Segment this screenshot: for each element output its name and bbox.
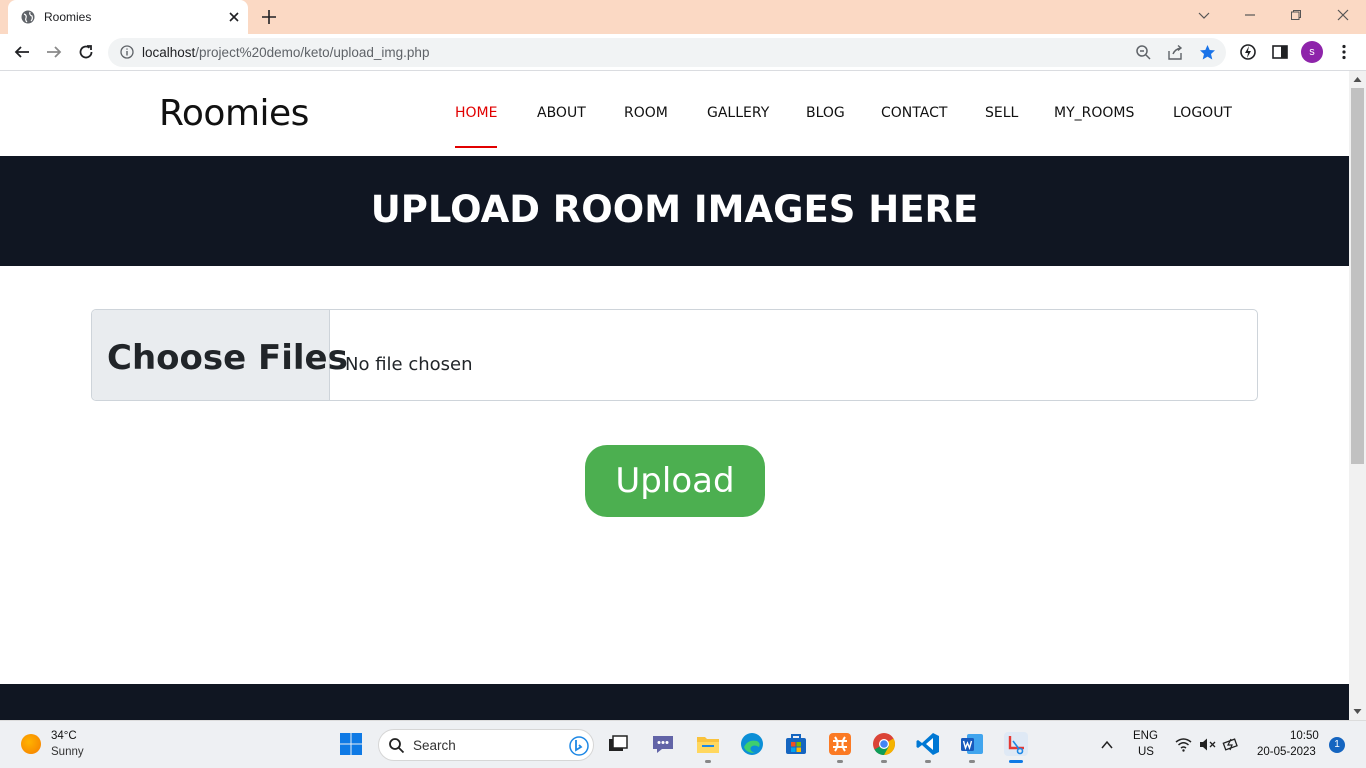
site-footer: [0, 684, 1349, 720]
restore-icon: [1291, 10, 1301, 20]
chevron-up-icon[interactable]: [1100, 738, 1114, 752]
nav-active-underline: [455, 146, 497, 148]
chevron-down-icon: [1198, 12, 1210, 19]
scroll-up-icon[interactable]: [1353, 75, 1362, 84]
nav-contact[interactable]: CONTACT: [881, 105, 947, 121]
browser-tab[interactable]: Roomies: [8, 0, 248, 34]
language-indicator[interactable]: ENG: [1133, 730, 1158, 742]
search-icon: [389, 738, 405, 754]
site-header: Roomies HOME ABOUT ROOM GALLERY BLOG CON…: [0, 71, 1349, 156]
task-view-icon[interactable]: [605, 731, 631, 757]
close-window-button[interactable]: [1320, 0, 1366, 30]
running-indicator: [881, 760, 887, 763]
nav-gallery[interactable]: GALLERY: [707, 105, 769, 121]
new-tab-icon[interactable]: [260, 8, 278, 26]
url-host: localhost: [142, 45, 196, 60]
file-input[interactable]: Choose Files No file chosen: [91, 309, 1258, 401]
upload-button[interactable]: Upload: [585, 445, 765, 517]
close-tab-icon[interactable]: [226, 9, 242, 25]
url-path: /project%20demo/keto/upload_img.php: [195, 45, 430, 60]
notification-badge[interactable]: 1: [1329, 737, 1345, 753]
nav-logout[interactable]: LOGOUT: [1173, 105, 1232, 121]
nav-my-rooms[interactable]: MY_ROOMS: [1054, 105, 1134, 121]
nav-home[interactable]: HOME: [455, 105, 497, 121]
forward-icon[interactable]: [45, 43, 63, 61]
teams-chat-icon[interactable]: [650, 731, 676, 757]
profile-avatar[interactable]: s: [1301, 41, 1323, 63]
scroll-thumb[interactable]: [1351, 88, 1364, 464]
file-status-text: No file chosen: [345, 354, 473, 375]
taskbar-search[interactable]: Search: [378, 729, 594, 761]
clock-date[interactable]: 20-05-2023: [1257, 746, 1316, 758]
back-icon[interactable]: [13, 43, 31, 61]
share-icon[interactable]: [1167, 44, 1184, 61]
bookmark-star-icon[interactable]: [1199, 44, 1216, 61]
word-icon[interactable]: [959, 731, 985, 757]
side-panel-icon[interactable]: [1271, 43, 1289, 61]
page-scrollbar[interactable]: [1349, 71, 1366, 720]
browser-toolbar: localhost/project%20demo/keto/upload_img…: [0, 34, 1366, 71]
extensions-icon[interactable]: [1239, 43, 1257, 61]
edge-browser-icon[interactable]: [739, 731, 765, 757]
snipping-tool-icon[interactable]: [1003, 731, 1029, 757]
scroll-down-icon[interactable]: [1353, 707, 1362, 716]
store-icon[interactable]: [783, 731, 809, 757]
weather-condition[interactable]: Sunny: [51, 746, 84, 758]
bing-icon[interactable]: [569, 736, 589, 756]
nav-blog[interactable]: BLOG: [806, 105, 845, 121]
url-text[interactable]: localhost/project%20demo/keto/upload_img…: [142, 45, 429, 60]
active-app-indicator: [1009, 760, 1023, 763]
choose-files-label: Choose Files: [107, 338, 348, 378]
wifi-icon[interactable]: [1175, 737, 1192, 752]
address-bar[interactable]: localhost/project%20demo/keto/upload_img…: [108, 38, 1226, 67]
minimize-button[interactable]: [1227, 0, 1273, 30]
nav-about[interactable]: ABOUT: [537, 105, 586, 121]
battery-icon[interactable]: [1222, 736, 1240, 752]
close-icon: [1337, 9, 1349, 21]
restore-button[interactable]: [1273, 0, 1319, 30]
site-info-icon[interactable]: [120, 45, 134, 59]
site-brand[interactable]: Roomies: [159, 93, 309, 134]
page-viewport: Roomies HOME ABOUT ROOM GALLERY BLOG CON…: [0, 71, 1349, 720]
reload-icon[interactable]: [77, 43, 95, 61]
browser-tab-strip: Roomies: [0, 0, 1366, 34]
weather-temp[interactable]: 34°C: [51, 730, 77, 742]
file-explorer-icon[interactable]: [695, 731, 721, 757]
running-indicator: [837, 760, 843, 763]
volume-muted-icon[interactable]: [1199, 737, 1216, 752]
search-placeholder: Search: [413, 738, 456, 753]
xampp-icon[interactable]: [827, 731, 853, 757]
nav-room[interactable]: ROOM: [624, 105, 668, 121]
running-indicator: [925, 760, 931, 763]
region-indicator[interactable]: US: [1138, 746, 1154, 758]
menu-kebab-icon[interactable]: [1335, 43, 1353, 61]
tab-title: Roomies: [44, 10, 92, 24]
clock-time[interactable]: 10:50: [1290, 730, 1319, 742]
zoom-icon[interactable]: [1135, 44, 1152, 61]
page-banner: UPLOAD ROOM IMAGES HERE: [0, 156, 1349, 266]
minimize-icon: [1245, 14, 1255, 16]
taskbar: 34°C Sunny Search ENG US 10:50 20-05-202…: [0, 720, 1366, 768]
nav-sell[interactable]: SELL: [985, 105, 1018, 121]
running-indicator: [969, 760, 975, 763]
globe-icon: [21, 10, 35, 24]
page-title: UPLOAD ROOM IMAGES HERE: [370, 188, 979, 231]
windows-start-icon[interactable]: [338, 731, 364, 757]
tab-search-button[interactable]: [1181, 0, 1227, 30]
choose-files-button[interactable]: Choose Files: [92, 310, 348, 400]
chrome-icon[interactable]: [871, 731, 897, 757]
weather-sun-icon[interactable]: [21, 734, 41, 754]
running-indicator: [705, 760, 711, 763]
vscode-icon[interactable]: [915, 731, 941, 757]
